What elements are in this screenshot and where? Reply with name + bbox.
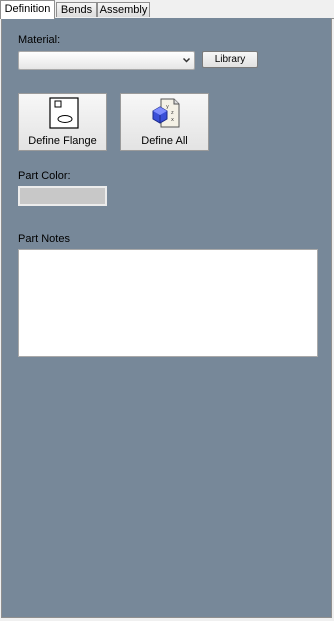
tab-strip: Definition Bends Assembly bbox=[0, 0, 334, 19]
svg-text:z: z bbox=[171, 110, 174, 116]
chevron-down-icon bbox=[183, 57, 190, 63]
svg-text:y: y bbox=[166, 104, 169, 110]
define-all-label: Define All bbox=[141, 135, 188, 147]
define-all-button[interactable]: y z x Define All bbox=[120, 93, 209, 151]
part-notes-textarea[interactable] bbox=[18, 249, 318, 357]
define-flange-button[interactable]: Define Flange bbox=[18, 93, 107, 151]
define-all-icon: y z x bbox=[152, 98, 180, 128]
library-button[interactable]: Library bbox=[202, 51, 258, 68]
part-color-swatch[interactable] bbox=[18, 186, 107, 206]
material-dropdown[interactable] bbox=[18, 51, 195, 70]
definition-panel: Material: Library Define Flange y z x De… bbox=[1, 18, 332, 618]
part-color-label: Part Color: bbox=[18, 170, 71, 182]
tab-definition[interactable]: Definition bbox=[0, 0, 55, 19]
tab-assembly[interactable]: Assembly bbox=[97, 2, 150, 17]
flange-icon bbox=[49, 97, 79, 129]
part-notes-label: Part Notes bbox=[18, 233, 70, 245]
define-flange-label: Define Flange bbox=[28, 135, 97, 147]
tab-bends[interactable]: Bends bbox=[56, 2, 97, 17]
svg-text:x: x bbox=[171, 117, 174, 123]
material-label: Material: bbox=[18, 34, 61, 46]
